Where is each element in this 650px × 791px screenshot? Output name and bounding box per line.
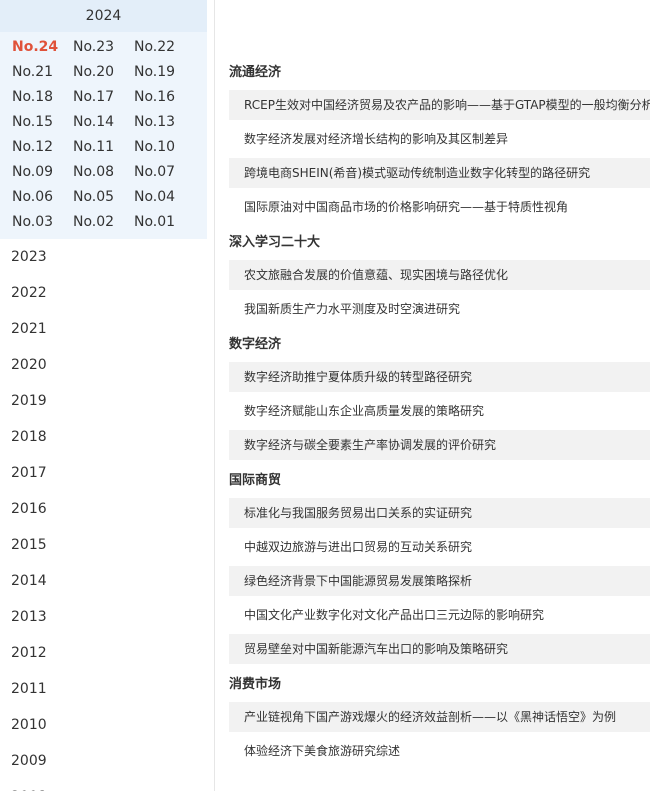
year-item[interactable]: 2021 (0, 311, 214, 347)
article-list: 流通经济 RCEP生效对中国经济贸易及农产品的影响——基于GTAP模型的一般均衡分… (229, 56, 650, 791)
issue-link[interactable]: No.14 (73, 110, 134, 135)
article-link[interactable]: 体验经济下美食旅游研究综述 (229, 736, 650, 766)
issue-row: No.09 No.08 No.07 (12, 160, 207, 185)
issue-link[interactable]: No.19 (134, 60, 195, 85)
article-link[interactable]: 中国文化产业数字化对文化产品出口三元边际的影响研究 (229, 600, 650, 630)
issue-link[interactable]: No.08 (73, 160, 134, 185)
issue-row: No.24 No.23 No.22 (12, 35, 207, 60)
year-item[interactable]: 2014 (0, 563, 214, 599)
issue-link[interactable]: No.05 (73, 185, 134, 210)
year-item[interactable]: 2016 (0, 491, 214, 527)
year-item[interactable]: 2011 (0, 671, 214, 707)
section-title: 国际商贸 (229, 473, 282, 488)
year-2024-header[interactable]: 2024 (0, 0, 207, 32)
issue-link[interactable]: No.18 (12, 85, 73, 110)
issue-row: No.03 No.02 No.01 (12, 210, 207, 235)
section-title: 数字经济 (229, 337, 282, 352)
issue-link[interactable]: No.13 (134, 110, 195, 135)
article-link[interactable]: 标准化与我国服务贸易出口关系的实证研究 (229, 498, 650, 528)
issue-link[interactable]: No.06 (12, 185, 73, 210)
year-item[interactable]: 2015 (0, 527, 214, 563)
article-link[interactable]: 数字经济发展对经济增长结构的影响及其区制差异 (229, 124, 650, 154)
article-link[interactable]: 国际原油对中国商品市场的价格影响研究——基于特质性视角 (229, 192, 650, 222)
year-issue-sidebar: 2024 No.24 No.23 No.22 No.21 No.20 No.19 No.18… (0, 0, 215, 791)
year-item[interactable]: 2018 (0, 419, 214, 455)
section-title: 流通经济 (229, 65, 282, 80)
issue-link[interactable]: No.24 (12, 35, 73, 60)
issue-link[interactable]: No.10 (134, 135, 195, 160)
issue-link[interactable]: No.22 (134, 35, 195, 60)
issue-link[interactable]: No.15 (12, 110, 73, 135)
article-link[interactable]: 贸易壁垒对中国新能源汽车出口的影响及策略研究 (229, 634, 650, 664)
year-item[interactable]: 2010 (0, 707, 214, 743)
year-list: 2023 2022 2021 2020 2019 2018 2017 2016 2015 2014… (0, 239, 214, 791)
issue-link[interactable]: No.12 (12, 135, 73, 160)
article-link[interactable]: RCEP生效对中国经济贸易及农产品的影响——基于GTAP模型的一般均衡分析 (229, 90, 650, 120)
issue-link[interactable]: No.16 (134, 85, 195, 110)
year-item[interactable]: 2012 (0, 635, 214, 671)
issue-link[interactable]: No.17 (73, 85, 134, 110)
issue-link[interactable]: No.21 (12, 60, 73, 85)
article-link[interactable]: 数字经济助推宁夏体质升级的转型路径研究 (229, 362, 650, 392)
issue-link[interactable]: No.23 (73, 35, 134, 60)
year-item[interactable]: 2023 (0, 239, 214, 275)
article-link[interactable]: 我国新质生产力水平测度及时空演进研究 (229, 294, 650, 324)
issue-row: No.06 No.05 No.04 (12, 185, 207, 210)
year-2024-panel: 2024 No.24 No.23 No.22 No.21 No.20 No.19 No.18… (0, 0, 207, 239)
issue-row: No.18 No.17 No.16 (12, 85, 207, 110)
article-link[interactable]: 农文旅融合发展的价值意蕴、现实困境与路径优化 (229, 260, 650, 290)
section-title: 消费市场 (229, 677, 282, 692)
issue-grid: No.24 No.23 No.22 No.21 No.20 No.19 No.18 No.17… (0, 32, 207, 239)
year-item[interactable]: 2019 (0, 383, 214, 419)
issue-row: No.21 No.20 No.19 (12, 60, 207, 85)
issue-link[interactable]: No.04 (134, 185, 195, 210)
article-link[interactable]: 跨境电商SHEIN(希音)模式驱动传统制造业数字化转型的路径研究 (229, 158, 650, 188)
issue-link[interactable]: No.11 (73, 135, 134, 160)
issue-link[interactable]: No.20 (73, 60, 134, 85)
year-item[interactable]: 2017 (0, 455, 214, 491)
issue-link[interactable]: No.09 (12, 160, 73, 185)
year-item[interactable]: 2022 (0, 275, 214, 311)
article-link[interactable]: 绿色经济背景下中国能源贸易发展策略探析 (229, 566, 650, 596)
year-item[interactable]: 2020 (0, 347, 214, 383)
year-item[interactable]: 2013 (0, 599, 214, 635)
issue-row: No.15 No.14 No.13 (12, 110, 207, 135)
article-link[interactable]: 数字经济赋能山东企业高质量发展的策略研究 (229, 396, 650, 426)
year-item[interactable]: 2009 (0, 743, 214, 779)
article-link[interactable]: 产业链视角下国产游戏爆火的经济效益剖析——以《黑神话悟空》为例 (229, 702, 650, 732)
issue-link[interactable]: No.01 (134, 210, 195, 235)
article-link[interactable]: 数字经济与碳全要素生产率协调发展的评价研究 (229, 430, 650, 460)
issue-row: No.12 No.11 No.10 (12, 135, 207, 160)
article-link[interactable]: 中越双边旅游与进出口贸易的互动关系研究 (229, 532, 650, 562)
issue-link[interactable]: No.07 (134, 160, 195, 185)
issue-link[interactable]: No.03 (12, 210, 73, 235)
section-title: 深入学习二十大 (229, 235, 321, 250)
year-item[interactable]: 2008 (0, 779, 214, 791)
issue-link[interactable]: No.02 (73, 210, 134, 235)
